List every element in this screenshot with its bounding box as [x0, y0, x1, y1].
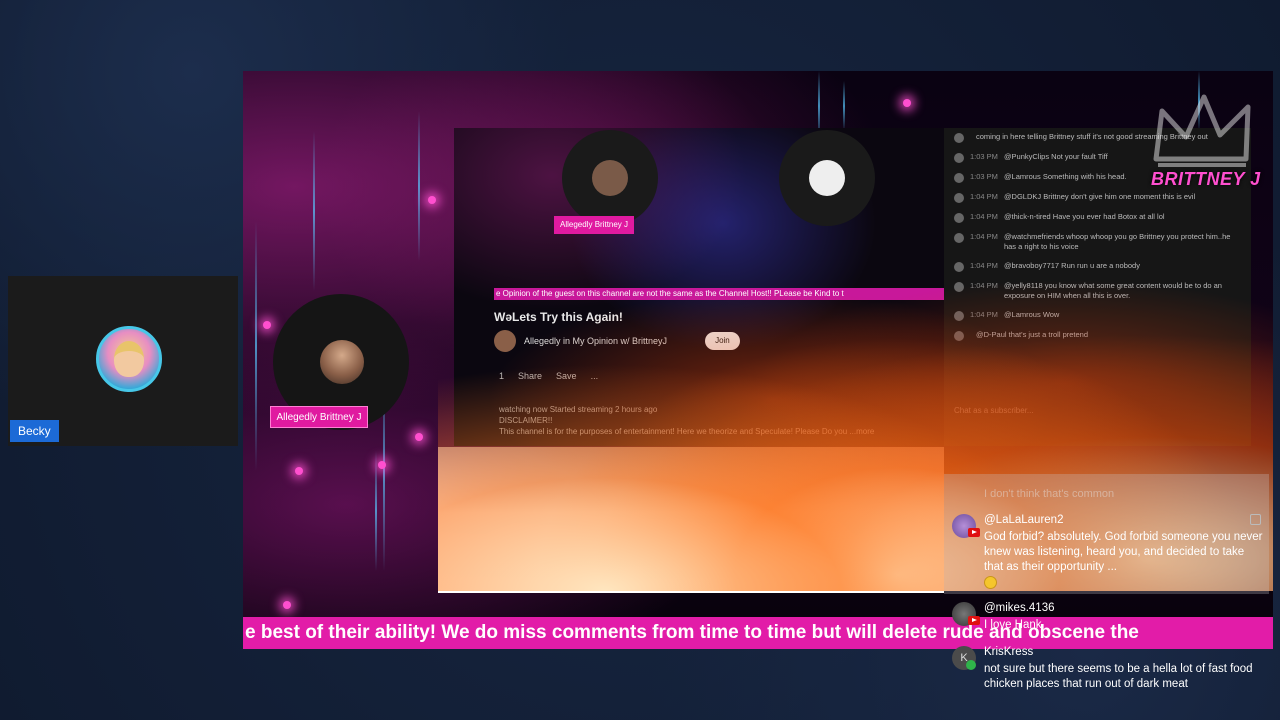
kick-icon — [966, 660, 976, 670]
light-streak — [313, 131, 315, 291]
inner-like-count: 1 — [499, 371, 505, 381]
inner-join-button: Join — [705, 332, 740, 350]
inner-host-face — [592, 160, 628, 196]
youtube-icon — [968, 528, 980, 537]
inner-chat-input: Chat as a subscriber... — [954, 406, 1034, 415]
inner-description: watching now Started streaming 2 hours a… — [499, 404, 929, 437]
inner-ticker: e Opinion of the guest on this channel a… — [494, 288, 944, 300]
chat-message: @LaLaLauren2 God forbid? absolutely. God… — [952, 514, 1267, 594]
inner-channel-avatar — [494, 330, 516, 352]
light-streak — [418, 111, 420, 261]
inner-chat-line: 1:04 PM @DGLDKJ Brittney don't give him o… — [954, 192, 1241, 203]
chat-text: God forbid? absolutely. God forbid someo… — [984, 531, 1263, 573]
light-streak — [843, 81, 845, 131]
glow-panel — [438, 447, 944, 593]
chat-username: @mikes.4136 — [984, 602, 1055, 614]
inner-share: Share — [518, 371, 543, 381]
participant-tile[interactable]: Becky — [8, 276, 238, 446]
chat-username: KrisKress — [984, 646, 1034, 658]
inner-chat-line: @D-Paul that's just a troll pretend — [954, 330, 1241, 341]
inner-channel-name: Allegedly in My Opinion w/ BrittneyJ — [524, 336, 668, 346]
inner-channel-row: Allegedly in My Opinion w/ BrittneyJ Joi… — [494, 330, 740, 352]
inner-video: Allegedly Brittney J e Opinion of the gu… — [454, 128, 944, 446]
inner-desc-line: This channel is for the purposes of ente… — [499, 427, 875, 436]
chat-username: @LaLaLauren2 — [984, 514, 1064, 526]
participant-name-tag: Becky — [10, 420, 59, 442]
inner-desc-line: watching now Started streaming 2 hours a… — [499, 405, 658, 414]
chat-text: I love Hank — [984, 619, 1042, 631]
guest-photo — [320, 340, 364, 384]
light-spark — [283, 601, 291, 609]
participant-avatar — [96, 326, 162, 392]
chat-message: K KrisKress not sure but there seems to … — [952, 646, 1267, 706]
light-spark — [378, 461, 386, 469]
light-spark — [903, 99, 911, 107]
avatar-face — [114, 341, 144, 377]
crown-icon — [1153, 94, 1251, 167]
inner-chat-line: 1:04 PM @thick-n-tired Have you ever had … — [954, 212, 1241, 223]
light-streak — [255, 221, 257, 471]
light-spark — [295, 467, 303, 475]
copy-icon[interactable] — [1250, 514, 1261, 525]
chat-message: @mikes.4136 I love Hank — [952, 602, 1267, 642]
inner-title: WəLets Try this Again! — [494, 310, 623, 324]
inner-host-pill: Allegedly Brittney J — [554, 216, 635, 234]
inner-save: Save — [556, 371, 577, 381]
inner-chat-line: 1:04 PM @Lamrous Wow — [954, 310, 1241, 321]
grimace-emoji-icon — [984, 576, 997, 589]
light-spark — [415, 433, 423, 441]
brand-logo-text: BRITTNEY J — [1151, 169, 1261, 189]
chat-overlay: I don't think that's common @LaLaLauren2… — [944, 474, 1269, 720]
guest-label: Allegedly Brittney J — [270, 406, 368, 428]
inner-chat-line: 1:04 PM @yelly8118 you know what some gre… — [954, 281, 1241, 301]
inner-desc-line: DISCLAIMER!! — [499, 416, 553, 425]
inner-guest-face — [809, 160, 845, 196]
inner-more: ... — [590, 371, 599, 381]
inner-actions: 1 Share Save ... — [499, 371, 598, 381]
youtube-icon — [968, 616, 980, 625]
inner-chat-line: 1:04 PM @bravoboy7717 Run run u are a nob… — [954, 261, 1241, 272]
chat-text: not sure but there seems to be a hella l… — [984, 663, 1253, 690]
light-spark — [428, 196, 436, 204]
inner-chat-line: 1:04 PM @watchmefriends whoop whoop you g… — [954, 232, 1241, 252]
light-streak — [375, 451, 377, 571]
light-spark — [263, 321, 271, 329]
inner-screenshot: Allegedly Brittney J e Opinion of the gu… — [454, 128, 1251, 446]
faded-chat-line: I don't think that's common — [984, 488, 1115, 500]
